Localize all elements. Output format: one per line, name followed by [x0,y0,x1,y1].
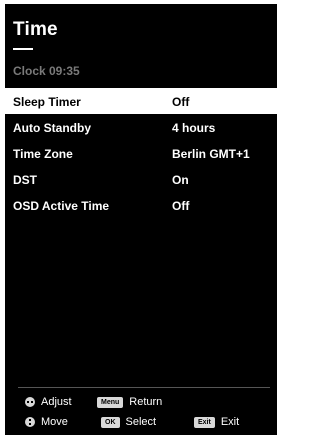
exit-key-icon: Exit [194,416,215,428]
hint-adjust: Adjust [25,396,72,408]
hint-select-label: Select [125,416,157,428]
menu-item-label: DST [13,173,37,187]
menu-item-dst[interactable]: DST On [5,166,277,192]
menu-item-label: Time Zone [13,147,73,161]
clock-display: Clock 09:35 [13,64,80,78]
menu-item-value: Berlin GMT+1 [172,147,250,161]
hint-exit: Exit Exit [194,416,239,428]
menu-key-icon: Menu [97,396,124,408]
screen-frame: Time Clock 09:35 Sleep Timer Off Auto St… [0,0,281,440]
hint-return-label: Return [129,396,163,408]
menu-item-auto-standby[interactable]: Auto Standby 4 hours [5,114,277,140]
time-settings-panel: Time Clock 09:35 Sleep Timer Off Auto St… [5,4,277,435]
ok-key-icon: OK [101,416,120,428]
menu-item-label: Sleep Timer [13,95,81,109]
footer-divider [18,387,270,388]
hint-return: Menu Return [97,396,162,408]
hint-move: Move [25,416,68,428]
menu-item-sleep-timer[interactable]: Sleep Timer Off [5,88,277,114]
left-right-arrows-icon [25,397,35,407]
menu-item-label: OSD Active Time [13,199,110,213]
hint-adjust-label: Adjust [41,396,72,408]
menu-item-time-zone[interactable]: Time Zone Berlin GMT+1 [5,140,277,166]
settings-menu: Sleep Timer Off Auto Standby 4 hours Tim… [5,88,277,218]
hint-select: OK Select [101,416,156,428]
up-down-arrows-icon [25,417,35,427]
title-underline [13,48,33,50]
menu-item-label: Auto Standby [13,121,91,135]
hint-exit-label: Exit [220,416,240,428]
menu-item-value: Off [172,199,190,213]
menu-item-value: On [172,173,189,187]
menu-item-value: Off [172,95,190,109]
page-title: Time [13,19,58,40]
menu-item-osd-active-time[interactable]: OSD Active Time Off [5,192,277,218]
hint-move-label: Move [41,416,68,428]
menu-item-value: 4 hours [172,121,216,135]
